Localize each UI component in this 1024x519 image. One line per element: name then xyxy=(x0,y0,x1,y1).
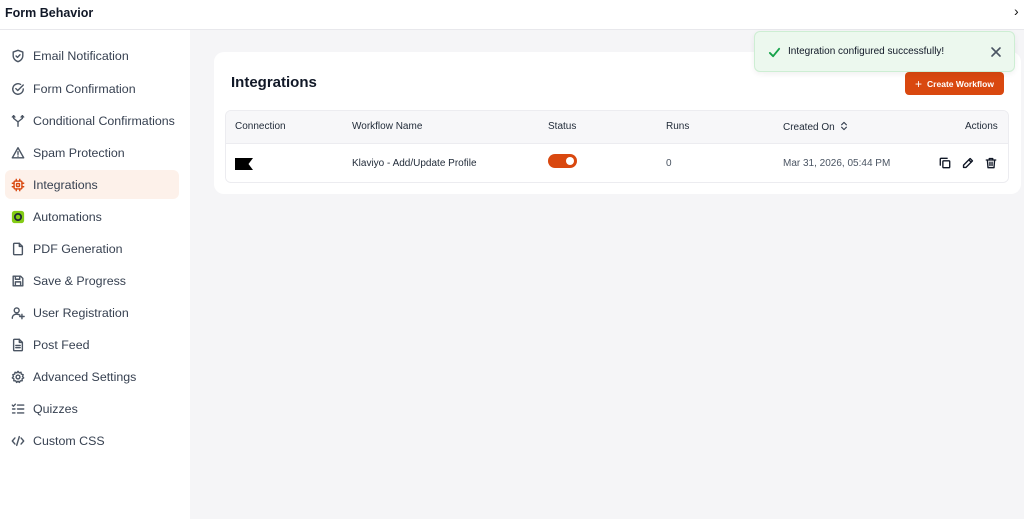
sidebar-item-automations[interactable]: Automations xyxy=(5,202,179,231)
sidebar-item-label: Integrations xyxy=(33,177,98,192)
sidebar-item-label: Save & Progress xyxy=(33,273,126,288)
sidebar-item-quizzes[interactable]: Quizzes xyxy=(5,394,179,423)
integrations-card: Integrations + Create Workflow Connectio… xyxy=(214,52,1021,194)
check-circle-icon xyxy=(10,81,26,97)
sidebar: Email Notification Form Confirmation Con… xyxy=(0,30,190,519)
duplicate-icon[interactable] xyxy=(939,156,953,170)
table-header: Connection Workflow Name Status Runs Cre… xyxy=(226,111,1008,144)
sidebar-item-user-registration[interactable]: User Registration xyxy=(5,298,179,327)
sidebar-item-label: Form Confirmation xyxy=(33,81,136,96)
branch-icon xyxy=(10,113,26,129)
edit-icon[interactable] xyxy=(962,156,976,170)
sidebar-item-label: Custom CSS xyxy=(33,433,105,448)
integrations-icon xyxy=(10,177,26,193)
success-toast: Integration configured successfully! xyxy=(754,31,1015,72)
sidebar-item-email-notification[interactable]: Email Notification xyxy=(5,41,179,70)
create-workflow-button[interactable]: + Create Workflow xyxy=(905,72,1004,95)
workflow-name: Klaviyo - Add/Update Profile xyxy=(352,158,477,169)
sidebar-item-label: Spam Protection xyxy=(33,145,125,160)
sidebar-item-conditional-confirmations[interactable]: Conditional Confirmations xyxy=(5,106,179,135)
sidebar-item-label: Post Feed xyxy=(33,337,90,352)
column-header-connection: Connection xyxy=(235,121,286,132)
sidebar-item-save-progress[interactable]: Save & Progress xyxy=(5,266,179,295)
page-title: Form Behavior xyxy=(5,6,94,20)
column-header-runs: Runs xyxy=(666,121,690,132)
plus-icon: + xyxy=(915,76,923,91)
section-title: Integrations xyxy=(231,74,317,91)
file-icon xyxy=(10,241,26,257)
created-on-label: Created On xyxy=(783,122,835,133)
sort-icon xyxy=(841,121,848,131)
workflows-table: Connection Workflow Name Status Runs Cre… xyxy=(225,110,1009,183)
sidebar-item-label: Automations xyxy=(33,209,102,224)
runs-count: 0 xyxy=(666,158,672,169)
delete-icon[interactable] xyxy=(985,156,999,170)
column-header-workflow-name: Workflow Name xyxy=(352,121,423,132)
column-header-status: Status xyxy=(548,121,577,132)
user-plus-icon xyxy=(10,305,26,321)
gear-icon xyxy=(10,369,26,385)
main-content: Integrations + Create Workflow Connectio… xyxy=(190,30,1024,519)
close-icon[interactable]: › xyxy=(1014,3,1024,19)
sidebar-item-label: Advanced Settings xyxy=(33,369,137,384)
klaviyo-flag-icon xyxy=(235,157,253,170)
sidebar-item-advanced-settings[interactable]: Advanced Settings xyxy=(5,362,179,391)
sidebar-item-label: User Registration xyxy=(33,305,129,320)
status-toggle[interactable] xyxy=(548,154,577,168)
sidebar-item-custom-css[interactable]: Custom CSS xyxy=(5,426,179,455)
sidebar-item-integrations[interactable]: Integrations xyxy=(5,170,179,199)
create-workflow-label: Create Workflow xyxy=(927,78,994,89)
sidebar-item-label: PDF Generation xyxy=(33,241,123,256)
checklist-icon xyxy=(10,401,26,417)
sidebar-item-form-confirmation[interactable]: Form Confirmation xyxy=(5,74,179,103)
created-on-value: Mar 31, 2026, 05:44 PM xyxy=(783,158,891,169)
sidebar-item-post-feed[interactable]: Post Feed xyxy=(5,330,179,359)
table-row: Klaviyo - Add/Update Profile 0 Mar 31, 2… xyxy=(226,144,1008,182)
top-bar: Form Behavior › xyxy=(0,0,1024,30)
shield-icon xyxy=(10,48,26,64)
code-icon xyxy=(10,433,26,449)
document-icon xyxy=(10,337,26,353)
sidebar-item-label: Email Notification xyxy=(33,48,129,63)
sidebar-item-label: Conditional Confirmations xyxy=(33,113,175,128)
warning-icon xyxy=(10,145,26,161)
toast-message: Integration configured successfully! xyxy=(788,46,945,57)
column-header-created-on[interactable]: Created On xyxy=(783,121,848,133)
check-icon xyxy=(768,46,781,59)
toggle-knob xyxy=(566,157,574,165)
sidebar-item-label: Quizzes xyxy=(33,401,78,416)
save-icon xyxy=(10,273,26,289)
close-icon[interactable] xyxy=(990,45,1002,57)
sidebar-item-pdf-generation[interactable]: PDF Generation xyxy=(5,234,179,263)
sidebar-item-spam-protection[interactable]: Spam Protection xyxy=(5,138,179,167)
column-header-actions: Actions xyxy=(965,121,998,132)
automations-icon xyxy=(10,209,26,225)
